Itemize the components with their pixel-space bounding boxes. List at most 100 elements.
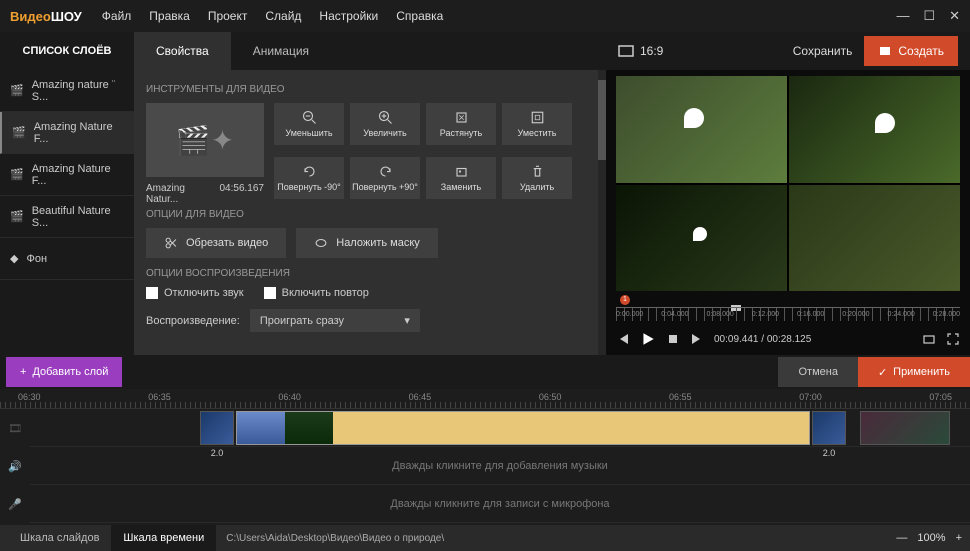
clip-thumbnail[interactable]: 🎬✦ xyxy=(146,103,264,177)
video-icon: 🎬 xyxy=(10,84,24,97)
tab-row: СПИСОК СЛОЁВ Свойства Анимация 16:9 Сохр… xyxy=(0,32,970,70)
zoom-in-button[interactable]: + xyxy=(956,532,962,544)
replace-button[interactable]: Заменить xyxy=(426,157,496,199)
checkbox-icon xyxy=(264,287,276,299)
crop-video-button[interactable]: Обрезать видео xyxy=(146,228,286,258)
window-controls: — ☐ ✕ xyxy=(896,8,960,24)
ruler-labels: 06:3006:3506:4006:4506:5006:5507:0007:05 xyxy=(0,389,970,402)
zoom-out-button[interactable]: Уменьшить xyxy=(274,103,344,145)
timeline-ruler[interactable]: 06:3006:3506:4006:4506:5006:5507:0007:05 xyxy=(0,389,970,409)
tab-properties[interactable]: Свойства xyxy=(134,32,231,70)
loop-checkbox[interactable]: Включить повтор xyxy=(264,287,369,299)
layer-label: Amazing Nature F... xyxy=(34,121,124,145)
mic-hint: Дважды кликните для записи с микрофона xyxy=(30,498,970,510)
close-icon[interactable]: ✕ xyxy=(949,8,960,24)
logo-part2: ШОУ xyxy=(51,9,82,24)
layer-label: Amazing Nature F... xyxy=(32,163,124,187)
delete-button[interactable]: Удалить xyxy=(502,157,572,199)
video-clip[interactable] xyxy=(236,411,810,445)
stop-button[interactable] xyxy=(666,332,680,346)
layer-item-2[interactable]: 🎬Amazing Nature F... xyxy=(0,112,134,154)
layer-item-1[interactable]: 🎬Amazing nature ¨ S... xyxy=(0,70,134,112)
next-frame-button[interactable] xyxy=(690,332,704,346)
snapshot-button[interactable] xyxy=(922,332,936,346)
layer-item-4[interactable]: 🎬 Beautiful Nature S... xyxy=(0,196,134,238)
fullscreen-button[interactable] xyxy=(946,332,960,346)
stretch-button[interactable]: Растянуть xyxy=(426,103,496,145)
transition-clip[interactable]: 2.0 xyxy=(200,411,234,445)
timeline-marker[interactable]: 1 xyxy=(620,295,630,305)
audio-track-icon[interactable]: 🔊 xyxy=(0,447,30,485)
aspect-label: 16:9 xyxy=(640,44,663,58)
preview-quadrant xyxy=(616,76,787,183)
mask-button[interactable]: Наложить маску xyxy=(296,228,438,258)
video-icon: 🎬 xyxy=(10,168,24,181)
checkbox-icon xyxy=(146,287,158,299)
music-track[interactable]: Дважды кликните для добавления музыки xyxy=(30,447,970,485)
mic-track[interactable]: Дважды кликните для записи с микрофона xyxy=(30,485,970,523)
aspect-ratio[interactable]: 16:9 xyxy=(618,44,663,58)
zoom-controls: — 100% + xyxy=(896,532,962,544)
menu-settings[interactable]: Настройки xyxy=(319,9,378,23)
video-track[interactable]: 2.0 2.0 xyxy=(30,409,970,447)
scrollbar-thumb[interactable] xyxy=(598,80,606,160)
clip-name: Amazing Natur... xyxy=(146,183,220,205)
clip-duration: 04:56.167 xyxy=(220,183,265,205)
fit-button[interactable]: Уместить xyxy=(502,103,572,145)
zoom-out-button[interactable]: — xyxy=(896,532,907,544)
tab-animation[interactable]: Анимация xyxy=(231,32,331,70)
layers-heading: СПИСОК СЛОЁВ xyxy=(0,32,134,70)
play-button[interactable] xyxy=(640,331,656,347)
preview-timeline[interactable]: 1 0:00.0000:04.0000:08.0000:12.0000:16.0… xyxy=(616,295,960,323)
track-rows: 2.0 2.0 Дважды кликните для добавления м… xyxy=(30,409,970,523)
maximize-icon[interactable]: ☐ xyxy=(923,8,935,24)
tab-time-scale[interactable]: Шкала времени xyxy=(111,525,216,551)
cancel-button[interactable]: Отмена xyxy=(778,357,857,387)
flower-graphic xyxy=(693,227,707,241)
main-menu: Файл Правка Проект Слайд Настройки Справ… xyxy=(102,9,444,23)
add-layer-button[interactable]: +Добавить слой xyxy=(6,357,122,387)
zoom-in-button[interactable]: Увеличить xyxy=(350,103,420,145)
preview-quadrant xyxy=(789,76,960,183)
rotate-ccw-button[interactable]: Повернуть -90° xyxy=(274,157,344,199)
title-bar: ВидеоШОУ Файл Правка Проект Слайд Настро… xyxy=(0,0,970,32)
video-track-icon[interactable]: 🎞 xyxy=(0,409,30,447)
preview-header: 16:9 Сохранить Создать xyxy=(606,32,970,70)
main-area: 🎬Amazing nature ¨ S... 🎬 Amazing Nature F… xyxy=(0,70,970,355)
clip-frame xyxy=(285,412,333,444)
layer-label: Beautiful Nature S... xyxy=(32,205,124,229)
section-tools-heading: ИНСТРУМЕНТЫ ДЛЯ ВИДЕО xyxy=(146,84,594,95)
prev-frame-button[interactable] xyxy=(616,332,630,346)
rotate-cw-button[interactable]: Повернуть +90° xyxy=(350,157,420,199)
menu-file[interactable]: Файл xyxy=(102,9,132,23)
menu-slide[interactable]: Слайд xyxy=(265,9,301,23)
video-clip-next[interactable] xyxy=(860,411,950,445)
menu-project[interactable]: Проект xyxy=(208,9,248,23)
menu-help[interactable]: Справка xyxy=(396,9,443,23)
preview-panel: 1 0:00.0000:04.0000:08.0000:12.0000:16.0… xyxy=(606,70,970,355)
props-scrollbar[interactable] xyxy=(598,70,606,355)
chevron-down-icon: ▾ xyxy=(404,314,410,327)
layer-item-3[interactable]: 🎬 Amazing Nature F... xyxy=(0,154,134,196)
preview-ticks: 0:00.0000:04.0000:08.0000:12.0000:16.000… xyxy=(616,311,960,318)
project-path: C:\Users\Aida\Desktop\Видео\Видео о прир… xyxy=(226,533,444,544)
mic-track-icon[interactable]: 🎤 xyxy=(0,485,30,523)
mute-checkbox[interactable]: Отключить звук xyxy=(146,287,244,299)
minimize-icon[interactable]: — xyxy=(896,8,909,24)
tab-slide-scale[interactable]: Шкала слайдов xyxy=(8,525,111,551)
clip-preview: 🎬✦ Amazing Natur...04:56.167 xyxy=(146,103,264,205)
ruler-ticks xyxy=(0,402,970,408)
apply-button[interactable]: ✓Применить xyxy=(858,357,970,387)
video-icon: 🎬 xyxy=(10,210,24,223)
video-preview[interactable] xyxy=(616,76,960,291)
track-icons: 🎞 🔊 🎤 xyxy=(0,409,30,523)
create-button[interactable]: Создать xyxy=(864,36,958,66)
tracks: 🎞 🔊 🎤 2.0 2.0 Дважды кликните для добавл… xyxy=(0,409,970,523)
layer-item-bg[interactable]: ◆Фон xyxy=(0,238,134,280)
save-button[interactable]: Сохранить xyxy=(793,44,853,58)
playback-select[interactable]: Проиграть сразу▾ xyxy=(250,309,420,332)
footer: Шкала слайдов Шкала времени C:\Users\Aid… xyxy=(0,525,970,551)
transition-clip[interactable]: 2.0 xyxy=(812,411,846,445)
menu-edit[interactable]: Правка xyxy=(149,9,190,23)
layer-label: Фон xyxy=(26,253,47,265)
